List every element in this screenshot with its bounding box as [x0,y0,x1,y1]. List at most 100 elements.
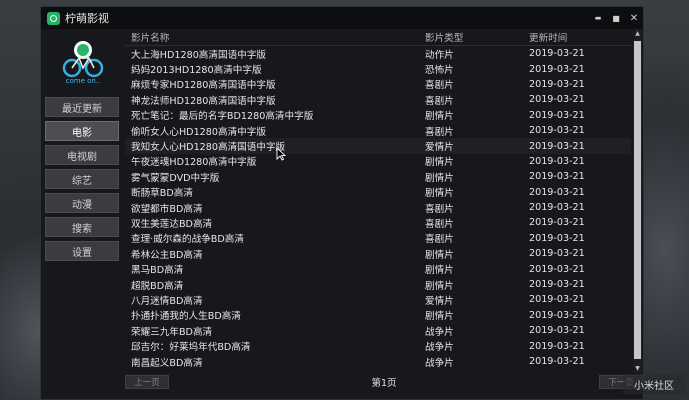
cell-date: 2019-03-21 [529,78,585,90]
cell-date: 2019-03-21 [529,217,585,229]
table-row[interactable]: 南昌起义BD高清 战争片 2019-03-21 [125,354,631,369]
cell-type: 喜剧片 [425,126,454,138]
scroll-down-icon[interactable]: ▼ [633,364,642,373]
cell-date: 2019-03-21 [529,263,585,275]
cell-date: 2019-03-21 [529,325,585,337]
table-row[interactable]: 超脱BD高清 剧情片 2019-03-21 [125,277,631,292]
cell-date: 2019-03-21 [529,279,585,291]
cell-name: 双生美莲达BD高清 [131,218,213,230]
header-type[interactable]: 影片类型 [421,30,525,44]
cell-type: 动作片 [425,49,454,61]
app-window: 柠萌影视 ▬ ■ ✕ come on.. 最近更新 电影 电视剧 综艺 动漫 搜… [40,6,644,400]
table-row[interactable]: 我知女人心HD1280高清国语中字版 爱情片 2019-03-21 [125,138,631,154]
cell-date: 2019-03-21 [529,294,585,306]
cell-name: 查理·威尔森的战争BD高清 [131,234,244,246]
cell-type: 剧情片 [425,249,454,261]
cell-name: 八月迷情BD高清 [131,295,203,307]
cell-type: 战争片 [425,326,454,338]
table-row[interactable]: 希林公主BD高清 剧情片 2019-03-21 [125,246,631,261]
nav-item-settings[interactable]: 设置 [45,241,119,261]
cell-type: 剧情片 [425,188,454,200]
table-row[interactable]: 雾气蒙蒙DVD中字版 剧情片 2019-03-21 [125,169,631,184]
table-body: 大上海HD1280高清国语中字版 动作片 2019-03-21 妈妈2013HD128… [125,46,631,369]
cell-type: 剧情片 [425,172,454,184]
table-row[interactable]: 荣耀三九年BD高清 战争片 2019-03-21 [125,323,631,338]
table-row[interactable]: 查理·威尔森的战争BD高清 喜剧片 2019-03-21 [125,231,631,246]
cell-date: 2019-03-21 [529,171,585,183]
nav-item-tv-series[interactable]: 电视剧 [45,145,119,165]
cell-type: 剧情片 [425,157,454,169]
cell-date: 2019-03-21 [529,340,585,352]
cell-name: 扑通扑通我的人生BD高清 [131,311,241,323]
scroll-up-icon[interactable]: ▲ [633,29,642,38]
nav-menu: 最近更新 电影 电视剧 综艺 动漫 搜索 设置 [45,97,119,265]
cell-type: 恐怖片 [425,65,454,77]
movie-table: 影片名称 影片类型 更新时间 大上海HD1280高清国语中字版 动作片 2019-0… [125,29,631,373]
table-row[interactable]: 妈妈2013HD1280高清中字版 恐怖片 2019-03-21 [125,61,631,77]
cell-name: 雾气蒙蒙DVD中字版 [131,172,220,184]
nav-item-anime[interactable]: 动漫 [45,193,119,213]
cell-type: 战争片 [425,342,454,354]
table-row[interactable]: 午夜迷魂HD1280高清中字版 剧情片 2019-03-21 [125,154,631,169]
cell-date: 2019-03-21 [529,63,585,75]
page-indicator: 第1页 [371,378,397,389]
pagination-bar: 上一页 第1页 下一页 [125,373,643,391]
cell-name: 荣耀三九年BD高清 [131,326,213,338]
cell-type: 爱情片 [425,295,454,307]
table-row[interactable]: 双生美莲达BD高清 喜剧片 2019-03-21 [125,215,631,230]
cell-name: 南昌起义BD高清 [131,357,203,369]
cell-type: 喜剧片 [425,95,454,107]
cell-name: 偷听女人心HD1280高清中字版 [131,126,266,138]
table-row[interactable]: 扑通扑通我的人生BD高清 剧情片 2019-03-21 [125,308,631,323]
table-row[interactable]: 断肠草BD高清 剧情片 2019-03-21 [125,185,631,200]
cell-date: 2019-03-21 [529,309,585,321]
cell-name: 麻烦专家HD1280高清国语中字版 [131,80,276,92]
nav-item-variety[interactable]: 综艺 [45,169,119,189]
close-icon[interactable]: ✕ [625,7,643,29]
cell-date: 2019-03-21 [529,202,585,214]
cell-type: 战争片 [425,357,454,369]
cell-name: 黑马BD高清 [131,265,184,277]
nav-item-search[interactable]: 搜索 [45,217,119,237]
vertical-scrollbar[interactable]: ▲ ▼ [633,29,642,373]
cell-type: 喜剧片 [425,203,454,215]
table-row[interactable]: 神龙法师HD1280高清国语中字版 喜剧片 2019-03-21 [125,92,631,107]
cell-date: 2019-03-21 [529,186,585,198]
nav-item-recent[interactable]: 最近更新 [45,97,119,117]
cell-type: 剧情片 [425,111,454,123]
prev-page-button[interactable]: 上一页 [125,375,169,389]
cell-type: 剧情片 [425,280,454,292]
bicycle-logo-icon [62,41,104,78]
title-bar[interactable]: 柠萌影视 ▬ ■ ✕ [41,7,643,29]
cell-date: 2019-03-21 [529,125,585,137]
table-row[interactable]: 死亡笔记：最后的名字BD1280高清中字版 剧情片 2019-03-21 [125,108,631,123]
table-row[interactable]: 欲望都市BD高清 喜剧片 2019-03-21 [125,200,631,215]
cell-type: 剧情片 [425,265,454,277]
table-row[interactable]: 黑马BD高清 剧情片 2019-03-21 [125,261,631,277]
maximize-icon[interactable]: ■ [607,7,625,29]
cell-date: 2019-03-21 [529,356,585,367]
nav-item-movies[interactable]: 电影 [45,121,119,141]
cell-type: 喜剧片 [425,234,454,246]
cell-name: 午夜迷魂HD1280高清中字版 [131,157,257,169]
cell-name: 我知女人心HD1280高清国语中字版 [131,142,286,154]
cell-type: 爱情片 [425,142,454,154]
cell-name: 神龙法师HD1280高清国语中字版 [131,95,276,107]
cell-date: 2019-03-21 [529,109,585,121]
cell-type: 剧情片 [425,311,454,323]
header-name[interactable]: 影片名称 [125,30,421,44]
table-row[interactable]: 八月迷情BD高清 爱情片 2019-03-21 [125,292,631,307]
sidebar: come on.. 最近更新 电影 电视剧 综艺 动漫 搜索 设置 [41,29,123,399]
cell-date: 2019-03-21 [529,48,585,60]
app-title: 柠萌影视 [65,12,109,25]
scroll-thumb[interactable] [634,41,641,359]
table-row[interactable]: 麻烦专家HD1280高清国语中字版 喜剧片 2019-03-21 [125,77,631,92]
window-controls: ▬ ■ ✕ [589,7,643,29]
logo-caption: come on.. [65,77,101,85]
header-date[interactable]: 更新时间 [525,30,631,44]
table-row[interactable]: 邱吉尔：好莱坞年代BD高清 战争片 2019-03-21 [125,338,631,354]
cell-name: 死亡笔记：最后的名字BD1280高清中字版 [131,111,314,123]
minimize-icon[interactable]: ▬ [589,7,607,29]
table-row[interactable]: 大上海HD1280高清国语中字版 动作片 2019-03-21 [125,46,631,61]
table-row[interactable]: 偷听女人心HD1280高清中字版 喜剧片 2019-03-21 [125,123,631,138]
